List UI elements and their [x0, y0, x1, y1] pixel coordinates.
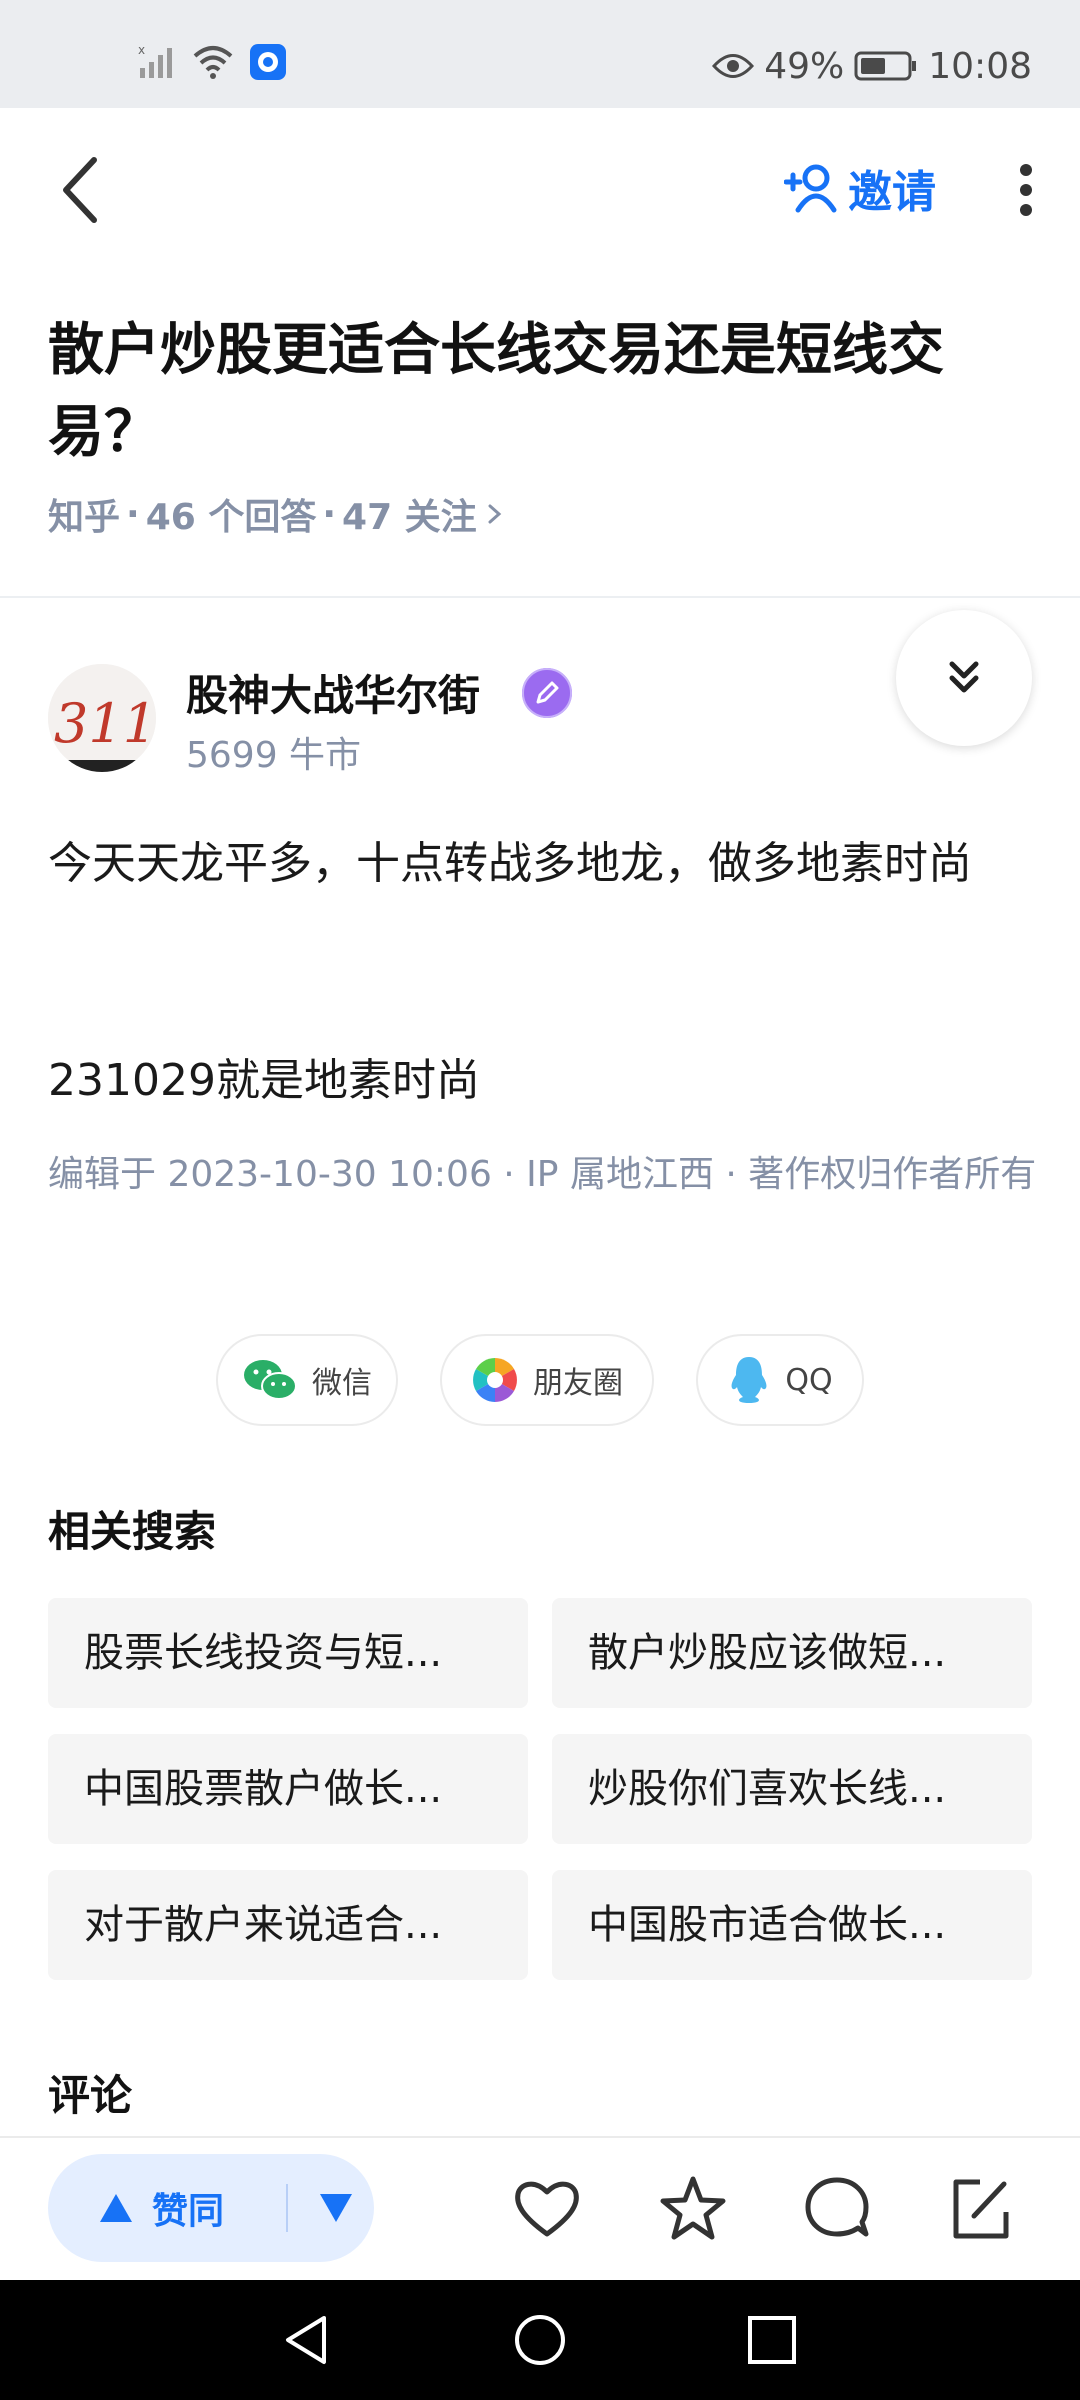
author-name[interactable]: 股神大战华尔街 [186, 662, 480, 723]
like-button[interactable] [512, 2174, 582, 2244]
status-icons-right: 49% 10:08 [712, 40, 1032, 92]
chevron-right-icon [488, 504, 501, 524]
author-badge [522, 668, 572, 718]
author-subtitle: 5699 牛市 [186, 735, 362, 776]
invite-label: 邀请 [848, 167, 936, 218]
answer-paragraph: 今天天龙平多，十点转战多地龙，做多地素时尚 [48, 838, 972, 889]
share-qq-button[interactable]: QQ [696, 1334, 864, 1426]
signal-icon: x [138, 44, 172, 78]
share-wechat-button[interactable]: 微信 [216, 1334, 398, 1426]
vote-separator [286, 2184, 288, 2232]
upvote-label: 赞同 [152, 2191, 225, 2232]
eye-icon [712, 54, 755, 78]
comment-bubble-icon [805, 2177, 869, 2237]
wifi-icon [193, 46, 233, 79]
share-moments-button[interactable]: 朋友圈 [440, 1334, 654, 1426]
star-icon [660, 2176, 726, 2240]
pen-icon [522, 668, 572, 718]
app-notification-icon [250, 44, 286, 80]
nav-home-icon[interactable] [512, 2312, 568, 2368]
svg-text:3113: 3113 [54, 692, 156, 755]
system-nav-bar [0, 2280, 1080, 2400]
edit-square-icon [953, 2179, 1009, 2239]
heart-icon [515, 2181, 579, 2237]
nav-back-icon[interactable] [280, 2312, 336, 2368]
double-chevron-down-icon [949, 661, 979, 693]
collapse-button[interactable] [896, 610, 1032, 746]
wechat-icon [244, 1360, 297, 1400]
answer-paragraph: 231029就是地素时尚 [48, 1055, 480, 1106]
share-qq-label: QQ [785, 1362, 833, 1398]
triangle-up-icon [100, 2194, 132, 2222]
invite-button[interactable]: 邀请 [784, 156, 936, 220]
related-search-title: 相关搜索 [48, 1507, 217, 1556]
answer-count: 46 个回答 [145, 497, 317, 538]
add-user-icon [784, 164, 837, 213]
avatar-image: 3113 [48, 664, 156, 772]
more-vertical-icon [1020, 164, 1032, 216]
moments-icon [473, 1358, 517, 1402]
share-moments-label: 朋友圈 [533, 1366, 623, 1401]
related-search-chip[interactable]: 炒股你们喜欢长线... [552, 1734, 1032, 1844]
battery-percent: 49% [764, 45, 845, 87]
question-title[interactable]: 散户炒股更适合长线交易还是短线交易？ [48, 310, 988, 474]
question-meta[interactable]: 知乎 · 46 个回答 · 47 关注 [48, 488, 507, 540]
downvote-button[interactable] [306, 2192, 366, 2224]
favorite-button[interactable] [658, 2174, 728, 2244]
follow-count: 47 关注 [342, 497, 477, 538]
more-button[interactable] [996, 150, 1056, 230]
status-icons-left: x [138, 42, 288, 82]
edit-info: 编辑于 2023-10-30 10:06 · IP 属地江西 · 著作权归作者所… [48, 1154, 1037, 1195]
upvote-button[interactable]: 赞同 [48, 2182, 268, 2234]
qq-icon [731, 1357, 767, 1403]
clock: 10:08 [928, 45, 1032, 87]
triangle-down-icon [320, 2194, 352, 2222]
vote-control: 赞同 [48, 2154, 374, 2262]
share-wechat-label: 微信 [312, 1366, 372, 1401]
source-label: 知乎 [48, 497, 121, 538]
related-search-chip[interactable]: 散户炒股应该做短... [552, 1598, 1032, 1708]
related-search-chip[interactable]: 股票长线投资与短... [48, 1598, 528, 1708]
comment-button[interactable] [802, 2174, 872, 2244]
related-search-chip[interactable]: 中国股票散户做长... [48, 1734, 528, 1844]
divider [0, 596, 1080, 598]
back-button[interactable] [52, 150, 112, 230]
avatar[interactable]: 3113 [48, 664, 156, 772]
write-button[interactable] [946, 2174, 1016, 2244]
chevron-left-icon [63, 157, 97, 223]
related-search-chip[interactable]: 中国股市适合做长... [552, 1870, 1032, 1980]
svg-text:x: x [138, 44, 145, 57]
nav-recents-icon[interactable] [744, 2312, 800, 2368]
battery-icon [854, 51, 917, 81]
comments-title: 评论 [48, 2071, 133, 2120]
related-search-chip[interactable]: 对于散户来说适合... [48, 1870, 528, 1980]
